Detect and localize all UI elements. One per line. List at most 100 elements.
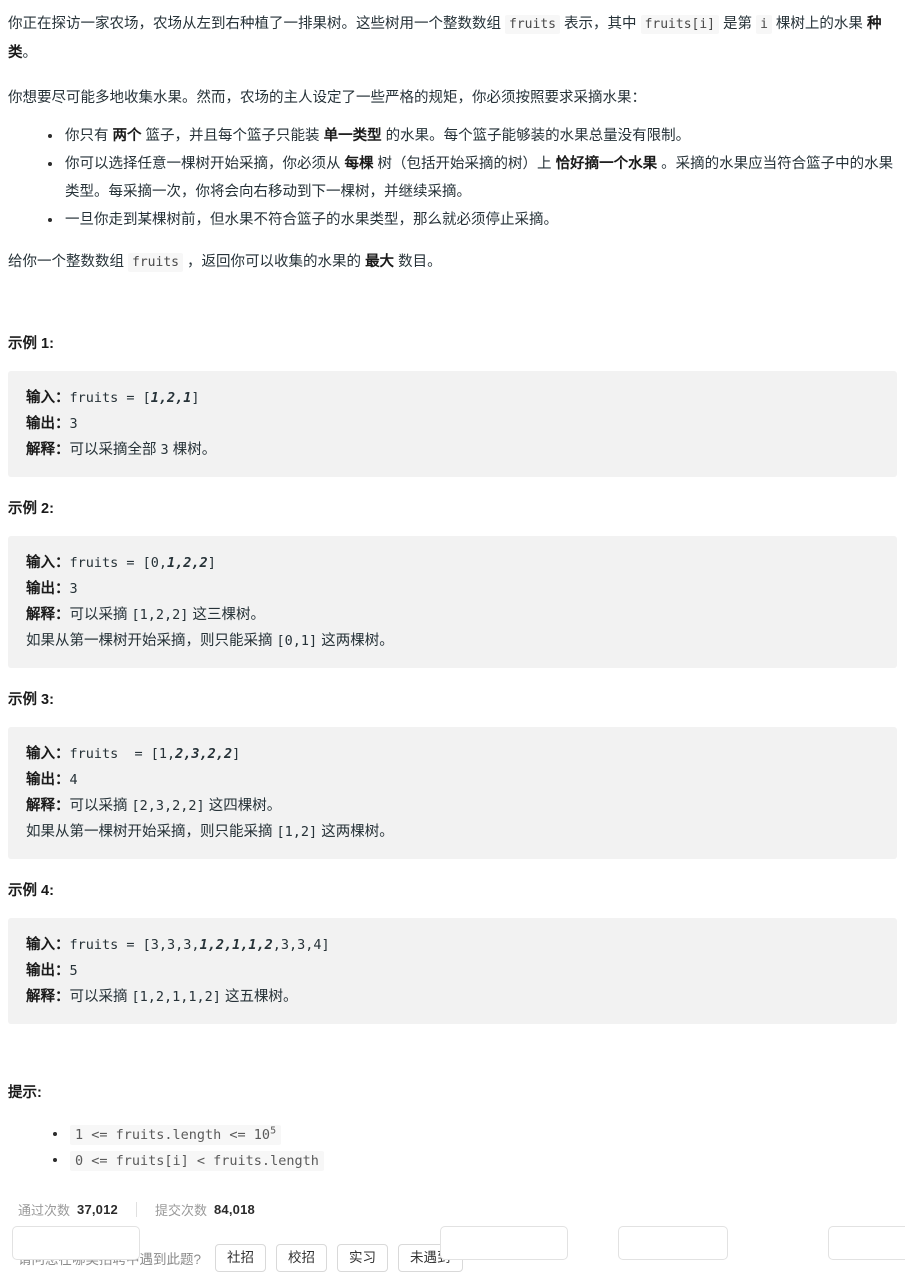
example-3-block: 输入：fruits = [1,2,3,2,2] 输出：4 解释：可以采摘 [2,… [8, 727, 897, 859]
hint-code-1-text: 1 <= fruits.length <= 10 [75, 1127, 271, 1143]
stats-divider [135, 1202, 137, 1217]
example-2-explain2-a: 如果从第一棵树开始采摘，则只能采摘 [26, 633, 277, 649]
example-4-explain-a: 可以采摘 [69, 989, 132, 1005]
footer-control-1[interactable] [12, 1226, 140, 1260]
example-1-title: 示例 1: [8, 336, 54, 352]
example-3-explain2-b: 这两棵树。 [317, 824, 394, 840]
example-4-output: 5 [69, 963, 78, 979]
hints-list: 1 <= fruits.length <= 105 0 <= fruits[i]… [8, 1122, 897, 1174]
intro-text-a: 你正在探访一家农场，农场从左到右种植了一排果树。这些树用一个整数数组 [8, 16, 506, 32]
task-text-b: ，返回你可以收集的水果的 [183, 254, 366, 270]
rule-item: 你可以选择任意一棵树开始采摘，你必须从 每棵 树（包括开始采摘的树）上 恰好摘一… [48, 150, 897, 206]
task-text-c: 数目。 [394, 254, 442, 270]
example-3-explain2-a: 如果从第一棵树开始采摘，则只能采摘 [26, 824, 277, 840]
example-3-explain2-code: [1,2] [276, 824, 318, 840]
task-paragraph: 给你一个整数数组 fruits ，返回你可以收集的水果的 最大 数目。 [8, 248, 897, 277]
example-2-explain-code: [1,2,2] [131, 607, 189, 623]
submissions-value: 84,018 [214, 1202, 255, 1217]
inline-code-fruits-i: fruits[i] [640, 15, 720, 34]
explain-label: 解释： [26, 798, 70, 814]
example-3-explain-code: [2,3,2,2] [131, 798, 205, 814]
hint-code-2: 0 <= fruits[i] < fruits.length [70, 1151, 324, 1171]
inline-code-i: i [756, 15, 772, 34]
survey-option-shixi[interactable]: 实习 [337, 1244, 389, 1272]
accepted-value: 37,012 [77, 1202, 118, 1217]
example-2-output: 3 [69, 581, 78, 597]
hint-item: 1 <= fruits.length <= 105 [53, 1122, 897, 1148]
example-2-block: 输入：fruits = [0,1,2,2] 输出：3 解释：可以采摘 [1,2,… [8, 536, 897, 668]
example-1-explain-code: 3 [160, 442, 169, 458]
example-3-explain-a: 可以采摘 [69, 798, 132, 814]
footer-control-3[interactable] [618, 1226, 728, 1260]
example-4-input-close: ] [321, 937, 330, 953]
task-text-a: 给你一个整数数组 [8, 254, 129, 270]
example-1-output: 3 [69, 416, 78, 432]
rule-text-a: 一旦你走到某棵树前，但水果不符合篮子的水果类型，那么就必须停止采摘。 [65, 212, 558, 228]
task-bold-max: 最大 [365, 254, 395, 270]
example-2-input-close: ] [207, 555, 216, 571]
example-3-title: 示例 3: [8, 692, 54, 708]
example-4-explain-b: 这五棵树。 [220, 989, 298, 1005]
hint-code-1: 1 <= fruits.length <= 105 [70, 1125, 282, 1145]
example-2-explain-b: 这三棵树。 [188, 607, 265, 623]
example-2-explain2-b: 这两棵树。 [317, 633, 394, 649]
stats-row: 通过次数 37,012 提交次数 84,018 [8, 1200, 897, 1219]
input-label: 输入： [26, 555, 70, 571]
input-label: 输入： [26, 390, 70, 406]
example-2-input-plain-pre: 0, [150, 555, 168, 571]
inline-code-fruits: fruits [505, 15, 560, 34]
example-2-input-var: fruits = [ [69, 555, 151, 571]
example-1-explain-b: 棵树。 [168, 442, 217, 458]
rule-item: 你只有 两个 篮子，并且每个篮子只能装 单一类型 的水果。每个篮子能够装的水果总… [48, 122, 897, 150]
explain-label: 解释： [26, 442, 70, 458]
output-label: 输出： [26, 963, 70, 979]
output-label: 输出： [26, 581, 70, 597]
survey-option-xiaozhao[interactable]: 校招 [276, 1244, 328, 1272]
hint-code-1-sup: 5 [270, 1125, 277, 1137]
survey-option-shezhao[interactable]: 社招 [215, 1244, 267, 1272]
rule-bold-1: 两个 [112, 128, 142, 144]
example-1-input-var: fruits = [ [69, 390, 151, 406]
example-1-input-close: ] [191, 390, 200, 406]
rule-text-c: 树（包括开始采摘的树）上 [373, 156, 556, 172]
example-4-title: 示例 4: [8, 883, 54, 899]
example-2-title: 示例 2: [8, 501, 54, 517]
example-4-input-plain-pre: 3,3,3, [150, 937, 200, 953]
submissions-label: 提交次数 [154, 1203, 207, 1218]
intro-text-e: 。 [22, 45, 38, 61]
footer-control-2[interactable] [440, 1226, 568, 1260]
rule-text-a: 你可以选择任意一棵树开始采摘，你必须从 [65, 156, 345, 172]
hints-title: 提示: [8, 1085, 42, 1101]
example-2-explain-a: 可以采摘 [69, 607, 132, 623]
example-4-input-var: fruits = [ [69, 937, 151, 953]
intro-text-d: 棵树上的水果 [771, 16, 867, 32]
example-1-explain-a: 可以采摘全部 [69, 442, 161, 458]
example-4-explain-code: [1,2,1,1,2] [131, 989, 221, 1005]
rule-bold-2: 恰好摘一个水果 [555, 156, 658, 172]
example-4-input-plain-post: ,3,3,4 [272, 937, 322, 953]
intro-paragraph-1: 你正在探访一家农场，农场从左到右种植了一排果树。这些树用一个整数数组 fruit… [8, 10, 897, 67]
rule-text-c: 篮子，并且每个篮子只能装 [141, 128, 324, 144]
example-1-input-em: 1,2,1 [150, 390, 192, 406]
intro-text-c: 是第 [719, 16, 757, 32]
explain-label: 解释： [26, 989, 70, 1005]
intro-text-b: 表示，其中 [560, 16, 641, 32]
footer-controls-strip [0, 1223, 905, 1260]
problem-description-page: 你正在探访一家农场，农场从左到右种植了一排果树。这些树用一个整数数组 fruit… [0, 0, 905, 1272]
example-3-input-plain-pre: 1, [158, 746, 176, 762]
hint-code-2-text: 0 <= fruits[i] < fruits.length [75, 1153, 319, 1169]
example-4-block: 输入：fruits = [3,3,3,1,2,1,1,2,3,3,4] 输出：5… [8, 918, 897, 1024]
rule-text-d: 的水果。每个篮子能够装的水果总量没有限制。 [381, 128, 691, 144]
example-1-block: 输入：fruits = [1,2,1] 输出：3 解释：可以采摘全部 3 棵树。 [8, 371, 897, 477]
input-label: 输入： [26, 746, 70, 762]
example-2-explain2-code: [0,1] [276, 633, 318, 649]
example-3-input-em: 2,3,2,2 [175, 746, 233, 762]
rule-bold-1: 每棵 [344, 156, 374, 172]
footer-control-4[interactable] [828, 1226, 905, 1260]
output-label: 输出： [26, 772, 70, 788]
hint-item: 0 <= fruits[i] < fruits.length [53, 1148, 897, 1174]
example-2-input-em: 1,2,2 [167, 555, 208, 571]
example-3-output: 4 [69, 772, 78, 788]
accepted-label: 通过次数 [18, 1203, 71, 1218]
example-4-input-em: 1,2,1,1,2 [199, 937, 273, 953]
